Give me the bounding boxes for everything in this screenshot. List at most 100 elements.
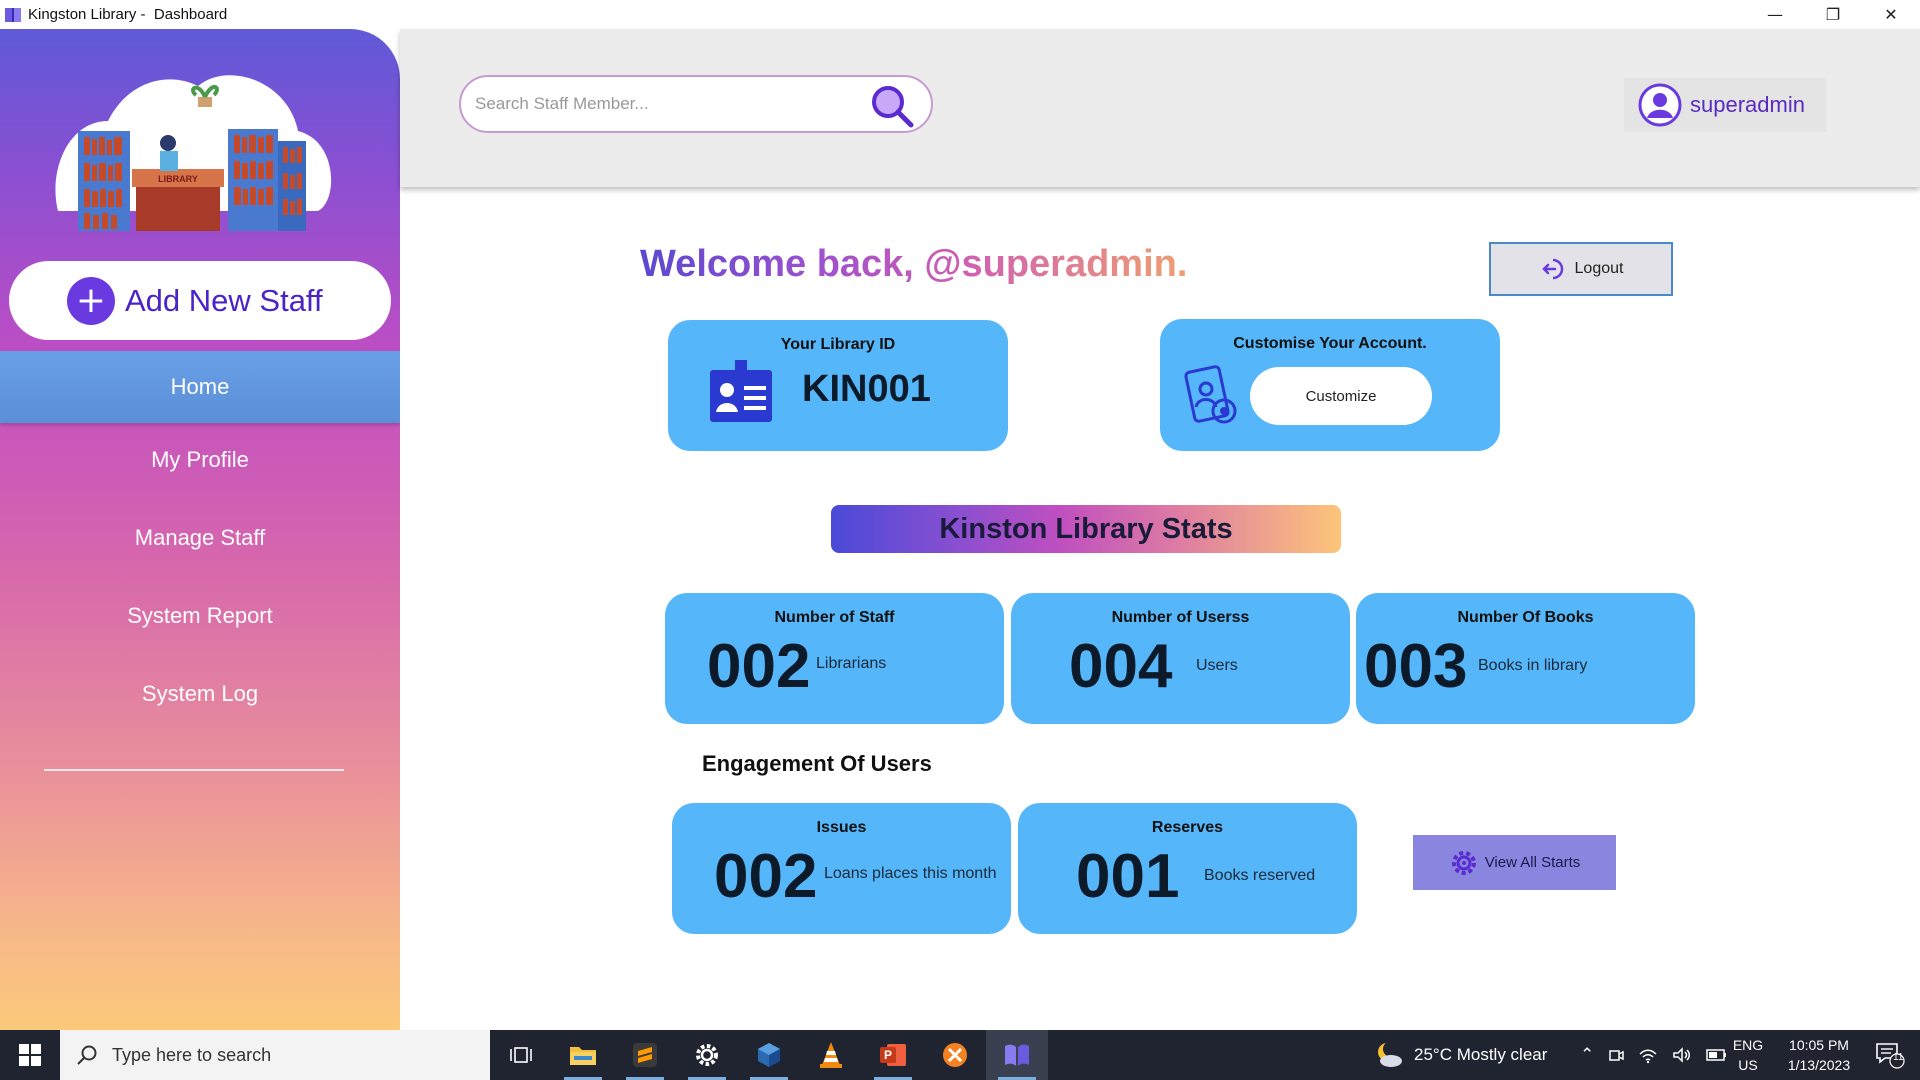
- notification-count: 11: [1893, 1052, 1904, 1063]
- close-button[interactable]: ✕: [1862, 0, 1920, 29]
- windows-icon: [19, 1044, 41, 1066]
- taskbar-settings[interactable]: [676, 1030, 738, 1080]
- issues-card: Issues 002 Loans places this month: [672, 803, 1011, 934]
- window-title: Kingston Library - Dashboard: [28, 6, 228, 23]
- battery-icon[interactable]: [1706, 1048, 1728, 1062]
- volume-icon[interactable]: [1672, 1046, 1692, 1064]
- vlc-cone-icon: [820, 1042, 842, 1068]
- search-input[interactable]: [475, 94, 855, 114]
- staff-count-value: 002: [707, 632, 811, 701]
- sidebar-item-system-log[interactable]: System Log: [0, 658, 400, 730]
- taskbar-vlc[interactable]: [800, 1030, 862, 1080]
- system-tray-icons: ⌃: [1580, 1030, 1728, 1080]
- user-avatar-icon: [1638, 83, 1682, 127]
- sidebar-item-manage-staff[interactable]: Manage Staff: [0, 502, 400, 574]
- sublime-icon: [633, 1043, 657, 1067]
- folder-icon: [570, 1047, 596, 1065]
- book-count-title: Number Of Books: [1457, 609, 1594, 626]
- search-icon: [77, 1045, 97, 1065]
- taskbar-file-explorer[interactable]: [552, 1030, 614, 1080]
- book-icon: [5, 7, 21, 22]
- virtualbox-icon: [758, 1043, 780, 1067]
- view-all-stats-label: View All Starts: [1484, 854, 1581, 871]
- book-count-card: Number Of Books 003 Books in library: [1356, 593, 1695, 724]
- issues-title: Issues: [816, 819, 867, 836]
- svg-text:P: P: [884, 1048, 892, 1062]
- settings-gear-icon: [696, 1044, 718, 1066]
- logout-button[interactable]: Logout: [1489, 242, 1673, 296]
- search-icon[interactable]: [869, 83, 915, 129]
- issues-label: Loans places this month: [824, 865, 997, 882]
- add-new-staff-button[interactable]: + Add New Staff: [9, 261, 391, 340]
- logo-label: LIBRARY: [158, 174, 198, 184]
- user-count-value: 004: [1069, 632, 1173, 701]
- meet-now-icon[interactable]: [1608, 1046, 1624, 1064]
- taskbar-sublime-text[interactable]: [614, 1030, 676, 1080]
- clock[interactable]: 10:05 PM 1/13/2023: [1772, 1030, 1866, 1080]
- customize-title: Customise Your Account.: [1233, 335, 1427, 352]
- time-text: 10:05 PM: [1789, 1037, 1849, 1053]
- weather-text: 25°C Mostly clear: [1414, 1045, 1548, 1064]
- taskbar-virtualbox[interactable]: [738, 1030, 800, 1080]
- reserves-card: Reserves 001 Books reserved: [1018, 803, 1357, 934]
- customize-card: Customise Your Account. Customize: [1160, 319, 1500, 451]
- welcome-heading: Welcome back, @superadmin.: [640, 243, 1188, 285]
- issues-value: 002: [714, 842, 818, 911]
- language-indicator[interactable]: ENG US: [1728, 1030, 1768, 1080]
- library-logo: LIBRARY: [55, 75, 332, 231]
- title-bar: Kingston Library - Dashboard — ❐ ✕: [0, 0, 1920, 29]
- taskbar-search-placeholder: Type here to search: [112, 1044, 272, 1065]
- weather-widget[interactable]: 25°C Mostly clear: [1374, 1030, 1547, 1080]
- reserves-title: Reserves: [1151, 819, 1224, 836]
- sidebar-item-home[interactable]: Home: [0, 351, 400, 423]
- start-button[interactable]: [0, 1030, 60, 1080]
- user-count-card: Number of Userss 004 Users: [1011, 593, 1350, 724]
- logout-icon: [1541, 258, 1563, 280]
- minimize-button[interactable]: —: [1746, 0, 1804, 29]
- username: superadmin: [1690, 92, 1805, 117]
- restore-button[interactable]: ❐: [1804, 0, 1862, 29]
- language-text: ENG: [1732, 1037, 1764, 1053]
- view-all-stats-button[interactable]: View All Starts: [1413, 835, 1616, 890]
- chevron-up-icon[interactable]: ⌃: [1580, 1045, 1594, 1065]
- account-settings-icon: [1184, 365, 1237, 424]
- gear-icon: [1451, 850, 1476, 875]
- reserves-value: 001: [1076, 842, 1180, 911]
- library-id-card: Your Library ID KIN001: [668, 320, 1008, 451]
- user-menu[interactable]: superadmin: [1624, 78, 1826, 132]
- task-view-button[interactable]: [490, 1030, 552, 1080]
- taskbar: Type here to search P 25°C Mostly clear …: [0, 1030, 1920, 1080]
- staff-count-title: Number of Staff: [774, 609, 895, 626]
- staff-count-card: Number of Staff 002 Librarians: [665, 593, 1004, 724]
- notifications-button[interactable]: 11: [1868, 1030, 1912, 1080]
- logout-label: Logout: [1574, 260, 1624, 277]
- date-text: 1/13/2023: [1787, 1057, 1851, 1073]
- taskbar-powerpoint[interactable]: P: [862, 1030, 924, 1080]
- task-view-icon: [510, 1047, 532, 1063]
- customize-button[interactable]: Customize: [1250, 367, 1432, 425]
- powerpoint-icon: P: [880, 1044, 906, 1066]
- region-text: US: [1738, 1057, 1758, 1073]
- wifi-icon[interactable]: [1638, 1046, 1658, 1064]
- taskbar-search[interactable]: Type here to search: [60, 1030, 490, 1080]
- user-count-title: Number of Userss: [1111, 609, 1250, 626]
- staff-count-label: Librarians: [816, 655, 887, 672]
- sidebar-item-my-profile[interactable]: My Profile: [0, 424, 400, 496]
- id-card-icon: [710, 360, 772, 422]
- sidebar: LIBRARY + Add New Staff Home My Profile …: [0, 29, 400, 1030]
- stats-banner: Kinston Library Stats: [831, 505, 1341, 553]
- sidebar-item-system-report[interactable]: System Report: [0, 580, 400, 652]
- search-box: [459, 75, 933, 133]
- reserves-label: Books reserved: [1204, 867, 1316, 884]
- library-id-value: KIN001: [802, 368, 931, 410]
- book-icon: [1005, 1044, 1029, 1066]
- sidebar-divider: [44, 769, 344, 771]
- engagement-heading: Engagement Of Users: [702, 751, 932, 776]
- xampp-icon: [943, 1043, 967, 1067]
- book-count-value: 003: [1364, 632, 1468, 701]
- book-count-label: Books in library: [1478, 657, 1588, 674]
- moon-cloud-icon: [1378, 1041, 1402, 1067]
- taskbar-kingston-library[interactable]: [986, 1030, 1048, 1080]
- top-header: superadmin: [400, 29, 1920, 187]
- taskbar-xampp[interactable]: [924, 1030, 986, 1080]
